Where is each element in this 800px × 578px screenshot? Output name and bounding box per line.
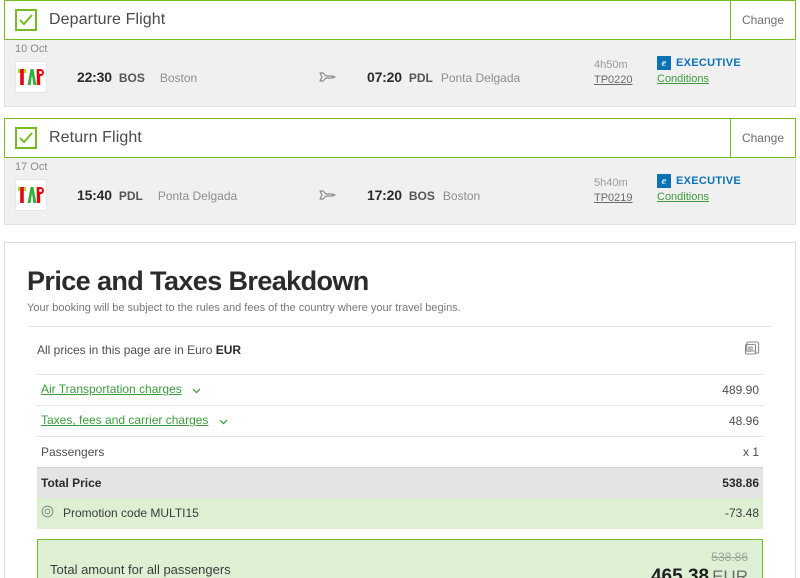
flight-date-departure: 10 Oct (15, 43, 48, 55)
flight-duration: 4h50m (594, 59, 628, 71)
departure-city: Boston (159, 71, 198, 85)
check-icon (19, 132, 33, 144)
flight-row-departure: 22:30 BOS Boston 07:20 PDL Ponta Delgada… (5, 55, 795, 99)
flight-header-main: Departure Flight (5, 1, 730, 39)
flight-header-main: Return Flight (5, 119, 730, 157)
arrival-airport-code: BOS (408, 189, 435, 203)
flight-header-return: Return Flight Change (4, 118, 796, 158)
flight-duration-block: 5h40m TP0219 (594, 176, 633, 206)
row-value-passengers: x 1 (742, 444, 759, 459)
row-value-taxes-fees: 48.96 (728, 413, 759, 428)
arrival-time: 07:20 (367, 69, 402, 85)
flight-body-return: 17 Oct 15:40 PDL Ponta Delgada 17:20 BOS… (4, 158, 796, 225)
cabin-class-name: EXECUTIVE (676, 175, 742, 187)
departure-segment-origin: 22:30 BOS Boston (77, 69, 197, 85)
currency-note: All prices in this page are in Euro EUR (37, 343, 241, 357)
cabin-class-block: e EXECUTIVE Conditions (657, 56, 741, 85)
panel-subtitle: Your booking will be subject to the rule… (27, 301, 461, 314)
flight-header-departure: Departure Flight Change (4, 0, 796, 40)
change-button-return[interactable]: Change (730, 119, 795, 157)
check-icon (19, 14, 33, 26)
flight-duration: 5h40m (594, 177, 628, 189)
flight-card-departure: Departure Flight Change 10 Oct 22:30 BOS… (4, 0, 796, 107)
departure-segment-destination: 07:20 PDL Ponta Delgada (367, 69, 520, 85)
return-segment-destination: 17:20 BOS Boston (367, 187, 480, 203)
flight-title-departure: Departure Flight (49, 11, 166, 28)
flight-title-return: Return Flight (49, 129, 142, 146)
total-amount-currency: EUR (712, 567, 748, 578)
change-button-departure[interactable]: Change (730, 1, 795, 39)
cabin-class-block: e EXECUTIVE Conditions (657, 174, 741, 203)
card-spacer (4, 107, 796, 118)
table-row: Taxes, fees and carrier charges 48.96 (37, 404, 763, 436)
promotion-tag-icon (41, 505, 54, 521)
promotion-code-label: Promotion code MULTI15 (63, 506, 199, 521)
air-transportation-charges-link[interactable]: Air Transportation charges (41, 382, 182, 396)
airplane-icon (317, 185, 337, 210)
flight-row-return: 15:40 PDL Ponta Delgada 17:20 BOS Boston… (5, 173, 795, 217)
flight-card-return: Return Flight Change 17 Oct 15:40 PDL Po… (4, 118, 796, 225)
departure-time: 22:30 (77, 69, 112, 85)
conditions-link-return[interactable]: Conditions (657, 191, 741, 203)
flight-duration-block: 4h50m TP0220 (594, 58, 633, 88)
page-title: Price and Taxes Breakdown (27, 266, 369, 296)
row-value-total-price: 538.86 (722, 475, 759, 490)
flight-number-link[interactable]: TP0220 (594, 73, 633, 88)
flight-selected-checkbox-departure[interactable] (15, 9, 37, 31)
receipt-icon[interactable] (741, 337, 763, 364)
booking-summary-page: Departure Flight Change 10 Oct 22:30 BOS… (0, 0, 800, 578)
currency-code: EUR (215, 343, 242, 358)
row-value-air-transportation: 489.90 (722, 382, 759, 397)
arrival-city: Boston (442, 189, 481, 203)
table-row-promotion: Promotion code MULTI15 -73.48 (37, 497, 763, 529)
executive-badge-icon: e (657, 56, 671, 70)
airplane-icon (317, 67, 337, 92)
chevron-down-icon[interactable] (219, 414, 228, 428)
total-amount-box: Total amount for all passengers 538.86 4… (37, 538, 763, 578)
arrival-airport-code: PDL (408, 71, 433, 85)
flight-date-return: 17 Oct (15, 161, 48, 173)
total-amount-original-price: 538.86 (711, 550, 748, 565)
departure-airport-code: BOS (118, 71, 145, 85)
departure-airport-code: PDL (118, 189, 143, 203)
tap-airline-logo-icon (15, 179, 47, 211)
taxes-fees-carrier-charges-link[interactable]: Taxes, fees and carrier charges (41, 413, 208, 427)
table-row-total-price: Total Price 538.86 (37, 466, 763, 498)
tap-airline-logo-icon (15, 61, 47, 93)
table-row: Passengers x 1 (37, 435, 763, 467)
flight-selected-checkbox-return[interactable] (15, 127, 37, 149)
arrival-city: Ponta Delgada (440, 71, 521, 85)
row-label-air-transportation: Air Transportation charges (41, 382, 201, 397)
price-breakdown-table: Air Transportation charges 489.90 Taxes,… (37, 373, 763, 529)
table-row: Air Transportation charges 489.90 (37, 373, 763, 405)
chevron-down-icon[interactable] (192, 383, 201, 397)
executive-badge-icon: e (657, 174, 671, 188)
row-label-total-price: Total Price (41, 475, 102, 490)
price-breakdown-panel: Price and Taxes Breakdown Your booking w… (4, 242, 796, 578)
flight-number-link[interactable]: TP0219 (594, 191, 633, 206)
row-label-taxes-fees: Taxes, fees and carrier charges (41, 413, 228, 428)
total-amount-label: Total amount for all passengers (50, 562, 231, 578)
total-amount-final-price: 465.38 (650, 566, 710, 578)
currency-note-row: All prices in this page are in Euro EUR (27, 327, 773, 374)
arrival-time: 17:20 (367, 187, 402, 203)
cabin-class-name: EXECUTIVE (676, 57, 742, 69)
return-segment-origin: 15:40 PDL Ponta Delgada (77, 187, 237, 203)
currency-note-prefix: All prices in this page are in Euro (37, 343, 216, 358)
flight-body-departure: 10 Oct 22:30 BOS Boston 07:20 PDL Ponta … (4, 40, 796, 107)
promotion-label-group: Promotion code MULTI15 (41, 505, 199, 521)
total-amount-values: 538.86 465.38 EUR (650, 550, 748, 578)
departure-time: 15:40 (77, 187, 112, 203)
row-label-passengers: Passengers (41, 444, 105, 459)
promotion-discount-value: -73.48 (724, 506, 759, 521)
cabin-class-row: e EXECUTIVE (657, 174, 741, 188)
departure-city: Ponta Delgada (157, 189, 238, 203)
conditions-link-departure[interactable]: Conditions (657, 73, 741, 85)
cabin-class-row: e EXECUTIVE (657, 56, 741, 70)
